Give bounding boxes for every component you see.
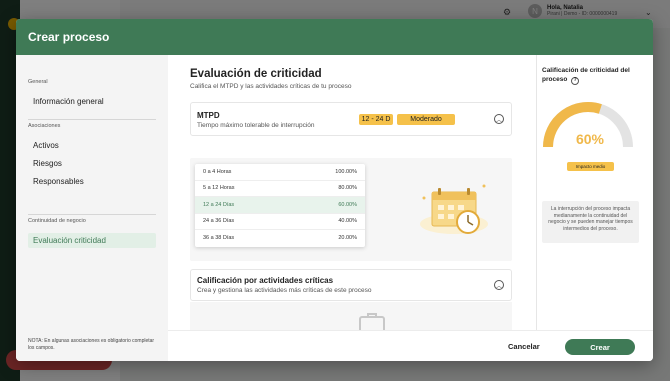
impact-badge: Impacto medio xyxy=(567,162,614,171)
question-circle-icon[interactable]: ? xyxy=(571,76,580,85)
create-button[interactable]: Crear xyxy=(565,339,635,355)
activities-card: Calificación por actividades críticas Cr… xyxy=(190,269,512,301)
mtpd-option[interactable]: 36 a 38 Días 20.00% xyxy=(195,230,365,247)
mtpd-option-label: 5 a 12 Horas xyxy=(203,185,235,192)
mtpd-options-list: 0 a 4 Horas 100.00% 5 a 12 Horas 80.00% … xyxy=(195,164,365,247)
criticality-panel: Calificación de criticidad del proceso ?… xyxy=(536,55,653,330)
mtpd-option-value: 80.00% xyxy=(338,185,357,192)
mtpd-option[interactable]: 5 a 12 Horas 80.00% xyxy=(195,181,365,197)
nav-item-riesgos[interactable]: Riesgos xyxy=(28,156,156,171)
cancel-button[interactable]: Cancelar xyxy=(508,342,540,351)
mtpd-option-label: 12 a 24 Días xyxy=(203,201,235,208)
calendar-clock-illustration xyxy=(420,184,488,234)
mtpd-option-value: 40.00% xyxy=(338,218,357,225)
modal-footer: Cancelar Crear xyxy=(168,330,653,361)
mtpd-option[interactable]: 24 a 36 Días 40.00% xyxy=(195,214,365,230)
mtpd-title: MTPD xyxy=(197,111,220,120)
activities-empty-state xyxy=(190,302,512,330)
mtpd-option-value: 20.00% xyxy=(338,235,357,242)
nav-section-general: General xyxy=(28,79,48,85)
nav-section-asociaciones: Asociaciones xyxy=(28,123,61,129)
mtpd-option-label: 36 a 38 Días xyxy=(203,235,235,242)
page-title: Evaluación de criticidad xyxy=(190,68,322,80)
chevron-up-icon: ︿ xyxy=(495,283,502,290)
activities-title: Calificación por actividades críticas xyxy=(197,276,334,285)
nav-item-evaluacion-criticidad[interactable]: Evaluación criticidad xyxy=(28,233,156,248)
create-process-modal: Crear proceso General Información genera… xyxy=(16,19,653,361)
page-subtitle: Califica el MTPD y las actividades críti… xyxy=(190,83,352,90)
modal-title: Crear proceso xyxy=(28,30,110,44)
activities-subtitle: Crea y gestiona las actividades más crít… xyxy=(197,287,372,294)
mtpd-option-label: 0 a 4 Horas xyxy=(203,168,232,175)
criticality-title: Calificación de criticidad del proceso ? xyxy=(542,67,630,85)
mtpd-option-value: 100.00% xyxy=(335,168,357,175)
mtpd-option-selected[interactable]: 12 a 24 Días 60.00% xyxy=(195,197,365,214)
mtpd-card: MTPD Tiempo máximo tolerable de interrup… xyxy=(190,102,512,136)
gauge-percentage: 60% xyxy=(575,131,605,147)
impact-note: La interrupción del proceso impacta medi… xyxy=(542,201,639,243)
nav-divider xyxy=(28,119,156,120)
mtpd-option-label: 24 a 36 Días xyxy=(203,218,235,225)
mtpd-subtitle: Tiempo máximo tolerable de interrupción xyxy=(197,122,315,129)
nav-item-activos[interactable]: Activos xyxy=(28,138,156,153)
nav-section-continuidad: Continuidad de negocio xyxy=(28,218,86,224)
nav-note: NOTA: En algunas asociaciones es obligat… xyxy=(28,338,155,351)
collapse-button[interactable]: ︿ xyxy=(494,280,504,290)
mtpd-options-area: 0 a 4 Horas 100.00% 5 a 12 Horas 80.00% … xyxy=(190,158,512,261)
mtpd-level-chip: Moderado xyxy=(397,114,455,125)
nav-item-responsables[interactable]: Responsables xyxy=(28,174,156,189)
briefcase-icon xyxy=(359,313,385,330)
mtpd-option-value: 60.00% xyxy=(338,201,357,208)
main-content: Evaluación de criticidad Califica el MTP… xyxy=(168,55,536,330)
mtpd-option[interactable]: 0 a 4 Horas 100.00% xyxy=(195,164,365,181)
modal-header: Crear proceso xyxy=(16,19,653,55)
modal-nav: General Información general Asociaciones… xyxy=(16,55,168,361)
mtpd-range-chip: 12 - 24 D xyxy=(359,114,393,125)
chevron-up-icon: ︿ xyxy=(495,117,502,124)
collapse-button[interactable]: ︿ xyxy=(494,114,504,124)
nav-divider xyxy=(28,214,156,215)
nav-item-informacion-general[interactable]: Información general xyxy=(28,94,156,109)
